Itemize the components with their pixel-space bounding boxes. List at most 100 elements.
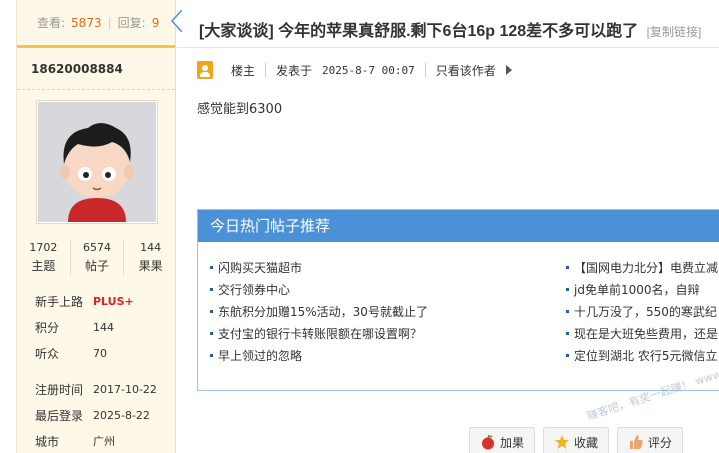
owner-label: 楼主 (231, 63, 256, 78)
hot-item[interactable]: 交行领券中心 (210, 278, 428, 300)
stat-value: 6574 (83, 241, 111, 254)
info-row-points: 积分 144 (35, 314, 175, 340)
thread-title: [大家谈谈] 今年的苹果真舒服.剩下6台16p 128差不多可以跑了 (199, 23, 639, 40)
hot-item[interactable]: 现在是大班免些费用，还是 (566, 322, 718, 344)
level-row: 新手上路 PLUS+ (35, 288, 175, 314)
action-label: 收藏 (574, 435, 599, 450)
hot-item[interactable]: 东航积分加赠15%活动，30号就截止了 (210, 300, 428, 322)
hot-list-left: 闪购买天猫超市 交行领券中心 东航积分加赠15%活动，30号就截止了 支付宝的银… (210, 256, 428, 366)
thumbs-up-icon (630, 435, 643, 449)
info-key: 城市 (35, 434, 60, 449)
info-value: 70 (93, 346, 107, 360)
add-fruit-button[interactable]: 加果 (469, 427, 536, 453)
stat-label: 主题 (31, 259, 56, 273)
star-icon (555, 435, 570, 449)
user-icon (197, 61, 213, 79)
hot-item-text: 支付宝的银行卡转账限额在哪设置啊？ (218, 326, 423, 341)
bullet-icon (210, 331, 213, 335)
hot-item[interactable]: 早上领过的忽略 (210, 344, 428, 366)
posted-date: 2025-8-7 00:07 (322, 63, 415, 77)
stat-topics[interactable]: 1702 主题 (17, 240, 71, 276)
stat-posts[interactable]: 6574 帖子 (71, 240, 125, 276)
bullet-icon (210, 353, 213, 357)
info-value: 广州 (93, 435, 115, 448)
action-label: 加果 (500, 435, 525, 450)
stat-fruits[interactable]: 144 果果 (124, 240, 177, 276)
posted-label: 发表于 (276, 63, 313, 78)
info-key: 最后登录 (35, 408, 84, 423)
thread-stats: 查看: 5873 | 回复: 9 (17, 0, 175, 48)
hot-posts-title: 今日热门帖子推荐 (198, 210, 719, 242)
post-main: [大家谈谈] 今年的苹果真舒服.剩下6台16p 128差不多可以跑了 [复制链接… (170, 0, 719, 453)
bullet-icon (210, 265, 213, 269)
caret-right-icon[interactable] (505, 65, 512, 75)
info-value: 144 (93, 320, 114, 334)
stats-divider: | (107, 15, 112, 30)
bullet-icon (210, 287, 213, 291)
favorite-button[interactable]: 收藏 (543, 427, 610, 453)
hot-item[interactable]: 支付宝的银行卡转账限额在哪设置啊？ (210, 322, 428, 344)
hot-item[interactable]: 定位到湖北 农行5元微信立 (566, 344, 718, 366)
level-label[interactable]: 新手上路 (35, 293, 93, 310)
bullet-icon (210, 309, 213, 313)
hot-item[interactable]: 十几万没了，550的寒武纪 (566, 300, 718, 322)
author-info: 新手上路 PLUS+ 积分 144 听众 70 注册时间 2017-10-22 … (35, 288, 175, 453)
author-sidebar: 查看: 5873 | 回复: 9 18620008884 1702 主题 657… (16, 0, 176, 453)
copy-link-button[interactable]: [复制链接] (647, 25, 702, 39)
post-actions: 加果 收藏 评分 (469, 427, 684, 453)
hot-item-text: 定位到湖北 农行5元微信立 (574, 348, 718, 363)
meta-divider (265, 63, 267, 77)
hot-posts-panel: 今日热门帖子推荐 闪购买天猫超市 交行领券中心 东航积分加赠15%活动，30号就… (197, 209, 719, 391)
info-key: 积分 (35, 320, 60, 335)
title-bar: [大家谈谈] 今年的苹果真舒服.剩下6台16p 128差不多可以跑了 [复制链接… (170, 0, 719, 48)
only-author-link[interactable]: 只看该作者 (436, 62, 496, 79)
info-row-last-login: 最后登录 2025-8-22 (35, 402, 175, 428)
info-row-city: 城市 广州 (35, 428, 175, 453)
hot-item-text: 东航积分加赠15%活动，30号就截止了 (218, 304, 428, 319)
bullet-icon (566, 353, 569, 357)
info-key: 听众 (35, 346, 60, 361)
post-meta: 楼主 发表于 2025-8-7 00:07 只看该作者 (197, 58, 512, 82)
replies-label: 回复: (117, 16, 146, 30)
hot-item-text: jd免单前1000名，自辩 (574, 282, 700, 297)
hot-item[interactable]: jd免单前1000名，自辩 (566, 278, 718, 300)
hot-item[interactable]: 【国网电力北分】电费立减 (566, 256, 718, 278)
hot-item-text: 闪购买天猫超市 (218, 260, 303, 275)
hot-list-right: 【国网电力北分】电费立减 jd免单前1000名，自辩 十几万没了，550的寒武纪… (566, 256, 718, 366)
stat-label: 帖子 (85, 259, 110, 273)
views-count: 5873 (71, 15, 102, 30)
meta-divider (424, 63, 426, 77)
info-key: 注册时间 (35, 382, 84, 397)
plus-badge[interactable]: PLUS+ (93, 295, 134, 308)
hot-item[interactable]: 闪购买天猫超市 (210, 256, 428, 278)
stat-value: 144 (140, 241, 162, 254)
avatar[interactable] (36, 100, 158, 224)
hot-item-text: 交行领券中心 (218, 282, 291, 297)
hot-item-text: 早上领过的忽略 (218, 348, 303, 363)
rate-button[interactable]: 评分 (617, 427, 684, 453)
action-label: 评分 (648, 435, 673, 450)
replies-count: 9 (151, 15, 160, 30)
pointer-arrow-icon (170, 10, 182, 32)
hot-item-text: 现在是大班免些费用，还是 (574, 326, 719, 341)
info-value: 2017-10-22 (93, 382, 157, 396)
stat-value: 1702 (29, 241, 58, 254)
info-row-listeners: 听众 70 (35, 340, 175, 366)
stat-label: 果果 (138, 259, 163, 273)
bullet-icon (566, 309, 569, 313)
apple-icon (482, 434, 494, 450)
bullet-icon (566, 287, 569, 291)
cartoon-avatar-icon (38, 102, 156, 222)
hot-item-text: 【国网电力北分】电费立减 (574, 260, 719, 275)
info-row-registered: 注册时间 2017-10-22 (35, 376, 175, 402)
bullet-icon (566, 265, 569, 269)
page-title: [大家谈谈] 今年的苹果真舒服.剩下6台16p 128差不多可以跑了 [复制链接… (199, 17, 701, 41)
author-name[interactable]: 18620008884 (17, 48, 175, 90)
author-counts: 1702 主题 6574 帖子 144 果果 (17, 240, 177, 276)
bullet-icon (566, 331, 569, 335)
avatar-image (38, 102, 156, 222)
info-value: 2025-8-22 (93, 408, 150, 422)
views-label: 查看: (37, 16, 66, 30)
hot-item-text: 十几万没了，550的寒武纪 (574, 304, 717, 319)
post-content: 感觉能到6300 (197, 102, 283, 117)
